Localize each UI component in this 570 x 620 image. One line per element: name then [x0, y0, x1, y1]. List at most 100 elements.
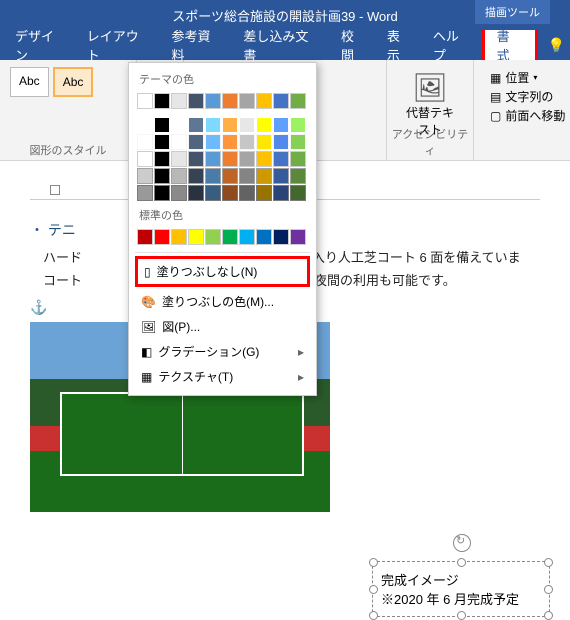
- color-swatch[interactable]: [273, 229, 289, 245]
- color-swatch[interactable]: [137, 93, 153, 109]
- position-button[interactable]: ▦位置▾: [490, 69, 554, 86]
- tab-layout[interactable]: レイアウト: [77, 26, 162, 64]
- color-swatch[interactable]: [137, 168, 153, 184]
- color-swatch[interactable]: [290, 93, 306, 109]
- more-fill-colors-item[interactable]: 🎨塗りつぶしの色(M)...: [135, 289, 310, 314]
- color-swatch[interactable]: [171, 185, 187, 201]
- color-swatch[interactable]: [256, 117, 272, 133]
- color-swatch[interactable]: [273, 117, 289, 133]
- tab-view[interactable]: 表示: [377, 26, 423, 64]
- color-swatch[interactable]: [188, 229, 204, 245]
- color-swatch[interactable]: [171, 134, 187, 150]
- tab-help[interactable]: ヘルプ: [423, 26, 482, 64]
- resize-handle[interactable]: [544, 558, 553, 567]
- color-swatch[interactable]: [188, 134, 204, 150]
- color-swatch[interactable]: [290, 117, 306, 133]
- color-swatch[interactable]: [256, 185, 272, 201]
- color-swatch[interactable]: [256, 229, 272, 245]
- color-swatch[interactable]: [222, 134, 238, 150]
- tab-references[interactable]: 参考資料: [162, 26, 234, 64]
- color-swatch[interactable]: [273, 134, 289, 150]
- color-swatch[interactable]: [205, 93, 221, 109]
- resize-handle[interactable]: [544, 611, 553, 620]
- color-swatch[interactable]: [205, 134, 221, 150]
- color-swatch[interactable]: [239, 117, 255, 133]
- color-swatch[interactable]: [205, 185, 221, 201]
- color-swatch[interactable]: [154, 134, 170, 150]
- color-swatch[interactable]: [154, 117, 170, 133]
- color-swatch[interactable]: [137, 185, 153, 201]
- resize-handle[interactable]: [369, 611, 378, 620]
- color-swatch[interactable]: [171, 168, 187, 184]
- color-swatch[interactable]: [290, 151, 306, 167]
- wrap-text-button[interactable]: ▤文字列の: [490, 88, 554, 105]
- color-swatch[interactable]: [171, 117, 187, 133]
- color-swatch[interactable]: [171, 93, 187, 109]
- color-swatch[interactable]: [239, 185, 255, 201]
- texture-fill-item[interactable]: ▦テクスチャ(T)▸: [135, 364, 310, 389]
- color-swatch[interactable]: [137, 117, 153, 133]
- color-swatch[interactable]: [154, 229, 170, 245]
- color-swatch[interactable]: [188, 168, 204, 184]
- color-swatch[interactable]: [222, 151, 238, 167]
- color-swatch[interactable]: [205, 117, 221, 133]
- textbox-line-1[interactable]: 完成イメージ: [381, 570, 541, 589]
- color-swatch[interactable]: [188, 151, 204, 167]
- color-swatch[interactable]: [239, 151, 255, 167]
- color-swatch[interactable]: [154, 168, 170, 184]
- color-swatch[interactable]: [171, 151, 187, 167]
- rotate-handle[interactable]: [453, 534, 471, 552]
- color-swatch[interactable]: [239, 134, 255, 150]
- color-swatch[interactable]: [137, 134, 153, 150]
- color-swatch[interactable]: [290, 134, 306, 150]
- color-swatch[interactable]: [222, 117, 238, 133]
- tab-mailings[interactable]: 差し込み文書: [233, 26, 331, 64]
- color-swatch[interactable]: [239, 93, 255, 109]
- tab-review[interactable]: 校閲: [331, 26, 377, 64]
- resize-handle[interactable]: [369, 558, 378, 567]
- color-swatch[interactable]: [290, 229, 306, 245]
- color-swatch[interactable]: [290, 168, 306, 184]
- gradient-fill-item[interactable]: ◧グラデーション(G)▸: [135, 339, 310, 364]
- color-swatch[interactable]: [222, 185, 238, 201]
- shape-style-2[interactable]: Abc: [53, 67, 94, 97]
- color-swatch[interactable]: [239, 229, 255, 245]
- color-swatch[interactable]: [188, 117, 204, 133]
- color-swatch[interactable]: [273, 185, 289, 201]
- textbox-line-2[interactable]: ※2020 年 6 月完成予定: [381, 589, 541, 608]
- color-swatch[interactable]: [256, 134, 272, 150]
- picture-fill-item[interactable]: 🖼図(P)...: [135, 314, 310, 339]
- color-swatch[interactable]: [222, 93, 238, 109]
- bring-forward-button[interactable]: ▢前面へ移動: [490, 107, 554, 124]
- resize-handle[interactable]: [457, 558, 466, 567]
- color-swatch[interactable]: [205, 151, 221, 167]
- resize-handle[interactable]: [544, 585, 553, 594]
- color-swatch[interactable]: [222, 168, 238, 184]
- resize-handle[interactable]: [457, 611, 466, 620]
- text-box[interactable]: 完成イメージ ※2020 年 6 月完成予定: [372, 561, 550, 617]
- color-swatch[interactable]: [137, 229, 153, 245]
- color-swatch[interactable]: [154, 151, 170, 167]
- color-swatch[interactable]: [154, 185, 170, 201]
- color-swatch[interactable]: [256, 151, 272, 167]
- resize-handle[interactable]: [369, 585, 378, 594]
- color-swatch[interactable]: [188, 185, 204, 201]
- color-swatch[interactable]: [171, 229, 187, 245]
- color-swatch[interactable]: [290, 185, 306, 201]
- color-swatch[interactable]: [154, 93, 170, 109]
- color-swatch[interactable]: [239, 168, 255, 184]
- no-fill-item[interactable]: ▯塗りつぶしなし(N): [135, 256, 310, 287]
- color-swatch[interactable]: [256, 168, 272, 184]
- color-swatch[interactable]: [137, 151, 153, 167]
- color-swatch[interactable]: [188, 93, 204, 109]
- color-swatch[interactable]: [205, 229, 221, 245]
- color-swatch[interactable]: [273, 93, 289, 109]
- tab-design[interactable]: デザイン: [5, 26, 77, 64]
- shape-style-1[interactable]: Abc: [10, 67, 49, 97]
- color-swatch[interactable]: [205, 168, 221, 184]
- color-swatch[interactable]: [273, 151, 289, 167]
- color-swatch[interactable]: [256, 93, 272, 109]
- color-swatch[interactable]: [273, 168, 289, 184]
- tell-me-icon[interactable]: 💡: [548, 37, 565, 54]
- color-swatch[interactable]: [222, 229, 238, 245]
